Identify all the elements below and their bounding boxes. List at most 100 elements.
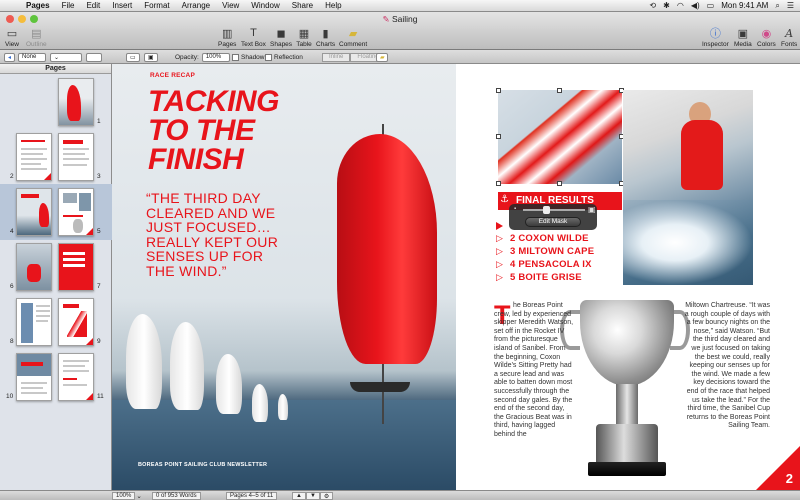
article-column-1[interactable]: he Boreas Point crew, led by experienced… — [494, 302, 574, 440]
result-row: ▷ 3 MILTOWN CAPE — [496, 245, 594, 258]
colors-button[interactable]: ◉ Colors — [757, 26, 776, 49]
page-thumbnail-row: 10 11 — [0, 349, 112, 405]
menu-format[interactable]: Format — [138, 0, 175, 12]
sailboat-crew-photo[interactable] — [498, 90, 622, 184]
pages-sidebar: Pages 1 2 3 4 5 6 7 8 9 10 11 — [0, 64, 112, 490]
menu-bar: Pages File Edit Insert Format Arrange Vi… — [0, 0, 800, 12]
zoom-chevron-icon: ⌄ — [136, 493, 142, 500]
selection-handle[interactable] — [557, 181, 562, 186]
table-button[interactable]: ▦ Table — [296, 26, 312, 49]
menu-insert[interactable]: Insert — [106, 0, 138, 12]
selection-handle[interactable] — [496, 134, 501, 139]
volume-icon[interactable]: ◀) — [691, 1, 700, 10]
selection-handle[interactable] — [557, 88, 562, 93]
page-number-10: 10 — [6, 393, 14, 400]
newsletter-footer[interactable]: BOREAS POINT SAILING CLUB NEWSLETTER — [138, 462, 267, 468]
page-thumbnail-9[interactable] — [58, 298, 94, 346]
text-box-button[interactable]: T Text Box — [241, 26, 266, 48]
headline-line: FINISH — [148, 143, 244, 176]
notification-list-icon[interactable]: ☰ — [787, 1, 794, 10]
comment-button[interactable]: ▰ Comment — [339, 26, 367, 49]
comment-format-button[interactable]: ▰ — [376, 52, 388, 62]
mask-size-slider[interactable] — [523, 209, 585, 211]
pages-button[interactable]: ▥ Pages — [218, 26, 236, 49]
page-thumbnail-3[interactable] — [58, 133, 94, 181]
page-thumbnail-4[interactable] — [16, 188, 52, 236]
styles-drawer-icon: ◂ — [4, 52, 16, 62]
line-style-select[interactable]: ⌄ — [50, 52, 82, 62]
menu-arrange[interactable]: Arrange — [176, 0, 216, 12]
page-thumbnail-6[interactable] — [16, 243, 52, 291]
page-thumbnail-row-selected: 4 5 — [0, 184, 112, 240]
menu-view[interactable]: View — [216, 0, 245, 12]
page-thumbnail-row: 8 9 — [0, 294, 112, 350]
menu-app-name[interactable]: Pages — [20, 0, 56, 12]
time-machine-icon[interactable]: ⟲ — [649, 1, 656, 10]
wifi-icon[interactable]: ◠ — [677, 1, 684, 10]
next-page-icon[interactable]: ▼ — [305, 492, 320, 500]
menu-share[interactable]: Share — [286, 0, 319, 12]
shadow-checkbox-box[interactable] — [232, 53, 239, 61]
view-button[interactable]: ▭ View — [4, 26, 20, 49]
mask-slider-knob[interactable] — [543, 206, 550, 214]
battery-icon[interactable]: ▭ — [707, 1, 715, 10]
page-thumbnail-1[interactable] — [58, 78, 94, 126]
menu-edit[interactable]: Edit — [80, 0, 106, 12]
outline-button[interactable]: ▤ Outline — [26, 26, 47, 49]
menu-window[interactable]: Window — [245, 0, 285, 12]
page-thumbnail-7[interactable] — [58, 243, 94, 291]
trophy-cup-image[interactable] — [580, 300, 674, 386]
menu-clock[interactable]: Mon 9:41 AM — [721, 1, 768, 10]
shapes-button[interactable]: ◼ Shapes — [270, 26, 292, 49]
navigation-gear-icon[interactable]: ⚙ — [319, 492, 334, 500]
page-thumbnail-8[interactable] — [16, 298, 52, 346]
line-width-field[interactable] — [86, 52, 102, 62]
selection-handle[interactable] — [496, 88, 501, 93]
shadow-label: Shadow — [241, 53, 265, 61]
selection-handle[interactable] — [496, 181, 501, 186]
style-select[interactable]: None — [18, 52, 46, 62]
inline-button[interactable]: Inline — [322, 52, 351, 62]
wrap-style-button[interactable]: ▣ — [144, 52, 158, 62]
spotlight-search-icon[interactable]: ⌕ — [775, 1, 779, 11]
page-4[interactable]: RACE RECAP TACKING TO THE FINISH “THE TH… — [112, 64, 456, 490]
page-range-text: Pages 4–5 of 11 — [226, 492, 278, 500]
shadow-checkbox[interactable]: Shadow — [232, 52, 265, 62]
charts-button[interactable]: ▮ Charts — [316, 26, 335, 49]
article-column-2[interactable]: Miltown Chartreuse. “It was a rough coup… — [684, 302, 770, 431]
sailor-hoses-photo[interactable] — [623, 90, 753, 285]
page-thumbnail-2[interactable] — [16, 133, 52, 181]
result-text: 3 MILTOWN CAPE — [510, 246, 595, 257]
opacity-field[interactable]: 100% — [201, 52, 230, 62]
previous-page-icon[interactable]: ▲ — [292, 492, 306, 500]
outline-triangle-icon: ▷ — [496, 246, 504, 256]
headline[interactable]: TACKING TO THE FINISH — [148, 87, 328, 176]
bluetooth-icon[interactable]: ✱ — [663, 1, 670, 10]
page-number-11: 11 — [97, 393, 104, 400]
document-canvas[interactable]: RACE RECAP TACKING TO THE FINISH “THE TH… — [112, 64, 800, 490]
reflection-checkbox[interactable]: Reflection — [265, 52, 303, 62]
pull-quote[interactable]: “THE THIRD DAY CLEARED AND WE JUST FOCUS… — [146, 191, 296, 278]
page-thumbnail-5[interactable] — [58, 188, 94, 236]
window-toolbar: ✎ Sailing ▭ View ▤ Outline ▥ Pages T Tex… — [0, 12, 800, 50]
styles-drawer-button[interactable]: ◂ — [4, 52, 16, 62]
menu-help[interactable]: Help — [319, 0, 347, 12]
fonts-button[interactable]: A Fonts — [781, 26, 797, 49]
inspector-button[interactable]: ⓘ Inspector — [702, 26, 729, 48]
status-bar: 100% ⌄ 0 of 953 Words Pages 4–5 of 11 ▲ ▼… — [0, 490, 800, 500]
reflection-checkbox-box[interactable] — [265, 53, 272, 61]
wrap-button[interactable]: ▭ — [126, 52, 140, 62]
colors-icon: ◉ — [761, 27, 772, 40]
pages-icon: ▥ — [222, 27, 233, 40]
section-kicker[interactable]: RACE RECAP — [150, 72, 195, 79]
page-thumbnail-11[interactable] — [58, 353, 94, 401]
page-5[interactable]: ⚓ FINAL RESULTS ▪ ▣ Edit Mask 1 ▷2 COXON… — [456, 64, 800, 490]
page-thumbnail-10[interactable] — [16, 353, 52, 401]
media-button[interactable]: ▣ Media — [734, 26, 752, 49]
zoom-select[interactable]: 100% ⌄ — [112, 492, 142, 500]
page-thumbnail-row: 6 7 — [0, 239, 112, 295]
menu-file[interactable]: File — [56, 0, 81, 12]
page-number-4: 4 — [10, 228, 14, 235]
headline-line: TO THE — [148, 114, 255, 147]
results-list[interactable]: 1 ▷ 2 COXON WILDE ▷ 3 MILTOWN CAPE ▷ 4 PENS… — [496, 219, 594, 284]
